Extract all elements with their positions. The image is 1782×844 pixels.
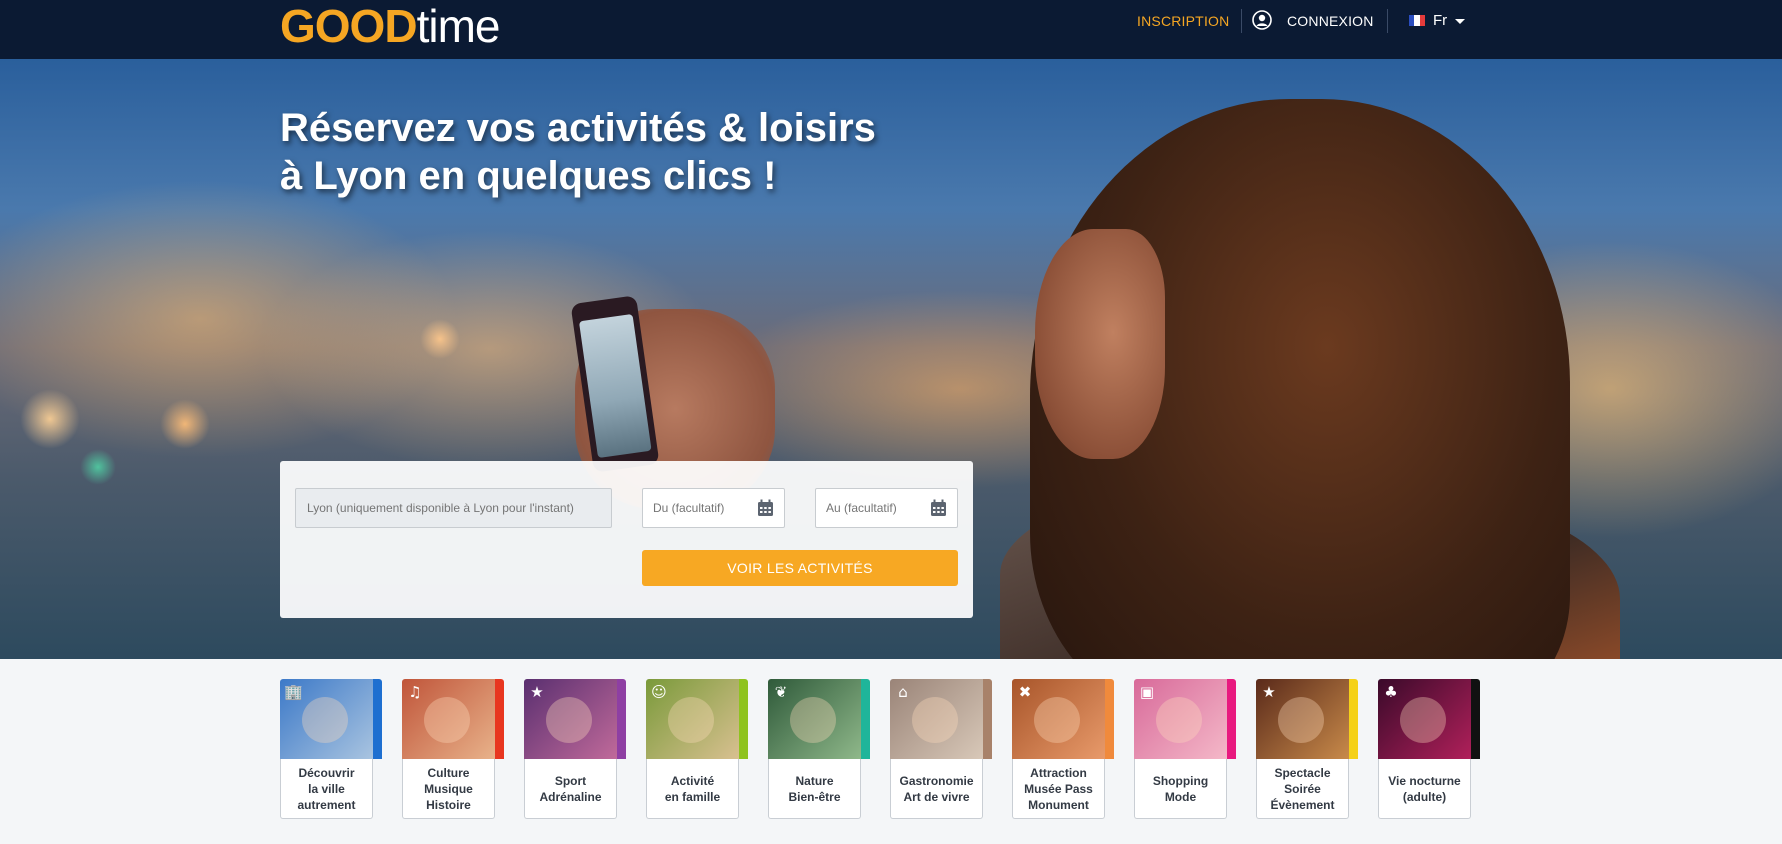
category-label[interactable]: Attraction Musée Pass Monument xyxy=(1012,759,1105,819)
category-accent-stripe xyxy=(373,679,382,759)
family-icon: ☺ xyxy=(651,683,667,701)
leaf-icon: ❦ xyxy=(774,683,788,701)
category-accent-stripe xyxy=(1471,679,1480,759)
bokeh-light xyxy=(20,389,80,449)
city-icon: 🏢 xyxy=(284,683,303,701)
search-form: VOIR LES ACTIVITÉS xyxy=(280,461,973,618)
category-accent-stripe xyxy=(861,679,870,759)
category-tile[interactable]: ▣ Shopping Mode xyxy=(1134,679,1236,819)
category-image[interactable]: ☺ xyxy=(646,679,748,759)
category-tile[interactable]: ♣ Vie nocturne (adulte) xyxy=(1378,679,1480,819)
hero-title: Réservez vos activités & loisirs à Lyon … xyxy=(280,106,876,198)
voir-activites-button[interactable]: VOIR LES ACTIVITÉS xyxy=(642,550,958,586)
category-label[interactable]: Activité en famille xyxy=(646,759,739,819)
calendar-icon[interactable] xyxy=(757,499,774,517)
bokeh-light xyxy=(420,319,460,359)
top-navbar: GOOD time INSCRIPTION CONNEXION Fr xyxy=(0,0,1782,59)
category-label[interactable]: Vie nocturne (adulte) xyxy=(1378,759,1471,819)
category-label[interactable]: Nature Bien-être xyxy=(768,759,861,819)
language-selector[interactable]: Fr xyxy=(1433,12,1447,29)
goodtime-logo[interactable]: GOOD time xyxy=(280,0,501,52)
chevron-down-icon[interactable] xyxy=(1455,19,1465,24)
calendar-icon[interactable] xyxy=(930,499,947,517)
category-label[interactable]: Gastronomie Art de vivre xyxy=(890,759,983,819)
ticket-icon: ✖ xyxy=(1018,683,1032,701)
category-accent-stripe xyxy=(983,679,992,759)
category-label[interactable]: Découvrir la ville autrement xyxy=(280,759,373,819)
category-tile[interactable]: ♫ Culture Musique Histoire xyxy=(402,679,504,819)
category-image[interactable]: ▣ xyxy=(1134,679,1236,759)
category-label[interactable]: Sport Adrénaline xyxy=(524,759,617,819)
shopping-bag-icon: ▣ xyxy=(1139,683,1155,701)
logo-time-text: time xyxy=(416,0,501,52)
category-accent-stripe xyxy=(495,679,504,759)
category-tile[interactable]: ❦ Nature Bien-être xyxy=(768,679,870,819)
category-accent-stripe xyxy=(1105,679,1114,759)
category-accent-stripe xyxy=(1227,679,1236,759)
category-image[interactable]: ★ xyxy=(1256,679,1358,759)
category-image[interactable]: ⌂ xyxy=(890,679,992,759)
cloche-icon: ⌂ xyxy=(898,683,908,701)
category-tile[interactable]: ☺ Activité en famille xyxy=(646,679,748,819)
nav-divider xyxy=(1387,9,1388,33)
france-flag-icon[interactable] xyxy=(1409,15,1425,26)
star-stage-icon: ★ xyxy=(1262,683,1276,701)
category-list: 🏢 Découvrir la ville autrement ♫ Culture Mu… xyxy=(280,679,1500,819)
category-label[interactable]: Shopping Mode xyxy=(1134,759,1227,819)
category-image[interactable]: ♫ xyxy=(402,679,504,759)
nav-divider xyxy=(1241,9,1242,33)
category-tile[interactable]: ★ Spectacle Soirée Évènement xyxy=(1256,679,1358,819)
user-circle-icon[interactable] xyxy=(1252,10,1272,30)
category-tile[interactable]: ★ Sport Adrénaline xyxy=(524,679,626,819)
runner-icon: ★ xyxy=(530,683,544,701)
category-accent-stripe xyxy=(1349,679,1358,759)
category-image[interactable]: ❦ xyxy=(768,679,870,759)
bokeh-light xyxy=(80,449,116,485)
category-tile[interactable]: ⌂ Gastronomie Art de vivre xyxy=(890,679,992,819)
category-image[interactable]: ♣ xyxy=(1378,679,1480,759)
category-label[interactable]: Culture Musique Histoire xyxy=(402,759,495,819)
connexion-link[interactable]: CONNEXION xyxy=(1287,13,1374,29)
city-input[interactable] xyxy=(295,488,612,528)
category-label[interactable]: Spectacle Soirée Évènement xyxy=(1256,759,1349,819)
logo-good-text: GOOD xyxy=(280,0,418,52)
category-accent-stripe xyxy=(739,679,748,759)
category-tile[interactable]: ✖ Attraction Musée Pass Monument xyxy=(1012,679,1114,819)
woman-face xyxy=(1035,229,1165,459)
category-image[interactable]: ✖ xyxy=(1012,679,1114,759)
music-note-icon: ♫ xyxy=(408,683,422,701)
category-image[interactable]: ★ xyxy=(524,679,626,759)
bokeh-light xyxy=(160,399,210,449)
category-tile[interactable]: 🏢 Découvrir la ville autrement xyxy=(280,679,382,819)
category-accent-stripe xyxy=(617,679,626,759)
inscription-link[interactable]: INSCRIPTION xyxy=(1137,13,1229,29)
category-image[interactable]: 🏢 xyxy=(280,679,382,759)
cocktail-icon: ♣ xyxy=(1384,683,1398,701)
